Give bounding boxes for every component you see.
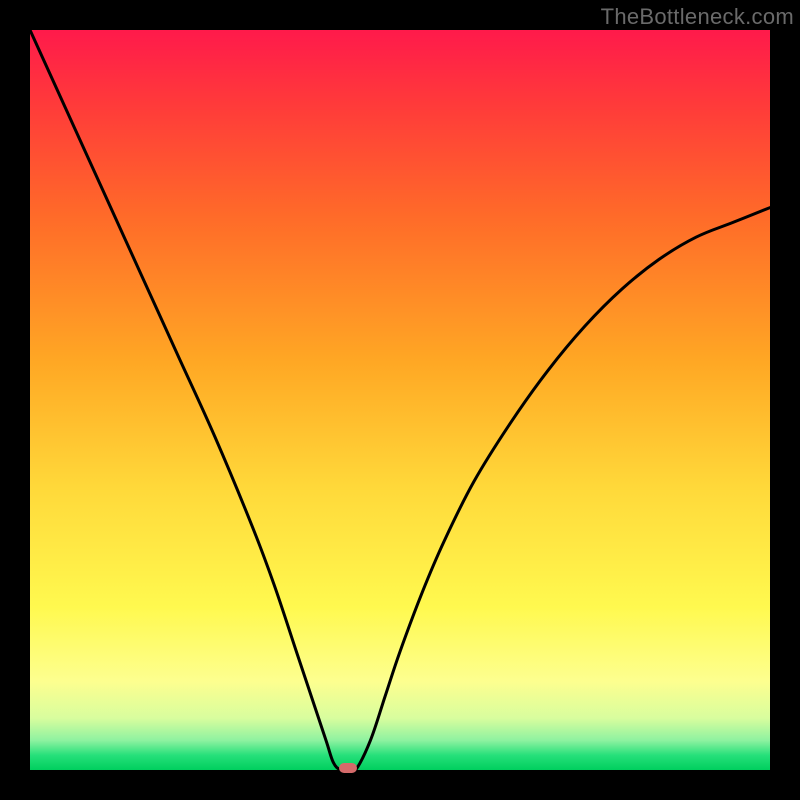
watermark-text: TheBottleneck.com bbox=[601, 4, 794, 30]
plot-area bbox=[30, 30, 770, 770]
bottleneck-curve bbox=[30, 30, 770, 770]
curve-path bbox=[30, 30, 770, 772]
optimum-marker bbox=[339, 763, 357, 773]
chart-frame: TheBottleneck.com bbox=[0, 0, 800, 800]
